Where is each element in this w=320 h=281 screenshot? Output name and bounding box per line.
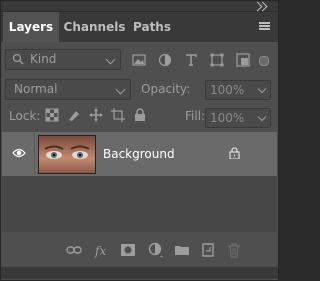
lock-artboard-icon[interactable] [111, 108, 125, 122]
bottom-toolbar: fx [2, 236, 277, 264]
panel-menu-icon[interactable] [259, 22, 270, 31]
divider [34, 132, 35, 176]
fill-label: Fill: [185, 109, 206, 123]
tab-bar: Layers Channels Paths [1, 12, 278, 42]
lock-transparent-pixels-icon[interactable] [45, 108, 59, 122]
lock-label: Lock: [9, 109, 41, 123]
svg-text:fx: fx [94, 244, 106, 258]
shape-filter-icon[interactable] [209, 52, 225, 68]
link-layers-icon[interactable] [66, 242, 82, 258]
adjustment-layer-icon[interactable] [148, 242, 164, 258]
collapse-icon[interactable] [254, 3, 270, 9]
blend-mode-dropdown[interactable]: Normal [5, 79, 131, 100]
search-icon [12, 53, 24, 65]
panel-resize-bar[interactable] [1, 267, 278, 279]
new-layer-icon[interactable] [200, 242, 216, 258]
chevron-down-icon [115, 84, 126, 95]
eyes-thumbnail-image [44, 145, 90, 159]
opacity-field[interactable]: 100% [205, 80, 271, 100]
chevron-down-icon [257, 112, 267, 122]
new-group-icon[interactable] [174, 242, 190, 258]
fill-field[interactable]: 100% [205, 108, 271, 128]
chevron-down-icon [257, 84, 267, 94]
layer-row[interactable]: Background [2, 132, 277, 176]
layers-panel: Layers Channels Paths Kind Normal Opacit… [0, 0, 279, 281]
tab-paths[interactable]: Paths [129, 12, 175, 42]
tab-layers[interactable]: Layers [3, 12, 59, 42]
layer-name[interactable]: Background [103, 132, 175, 176]
panel-top-bar [1, 1, 278, 12]
fx-icon[interactable]: fx [94, 242, 110, 258]
filter-kind-label: Kind [30, 52, 57, 66]
eye-icon[interactable] [12, 147, 26, 159]
tab-channels[interactable]: Channels [61, 12, 128, 42]
layer-list: Background [2, 132, 277, 232]
image-filter-icon[interactable] [131, 52, 147, 68]
opacity-label: Opacity: [141, 82, 191, 96]
opacity-value: 100% [210, 83, 245, 97]
adjustment-filter-icon[interactable] [157, 52, 173, 68]
lock-image-pixels-icon[interactable] [67, 108, 81, 122]
layer-thumbnail[interactable] [38, 135, 96, 174]
blend-mode-value: Normal [14, 82, 58, 96]
trash-icon[interactable] [226, 242, 242, 258]
fill-value: 100% [210, 111, 245, 125]
smart-object-filter-icon[interactable] [235, 52, 251, 68]
filter-icons [131, 52, 273, 68]
lock-position-icon[interactable] [89, 108, 103, 122]
type-filter-icon[interactable] [183, 52, 199, 68]
layer-mask-icon[interactable] [120, 242, 136, 258]
chevron-down-icon [105, 54, 116, 65]
lock-icon [229, 147, 240, 159]
lock-all-icon[interactable] [133, 108, 147, 122]
filter-kind-dropdown[interactable]: Kind [5, 49, 121, 70]
filter-toggle-icon[interactable] [259, 56, 269, 66]
